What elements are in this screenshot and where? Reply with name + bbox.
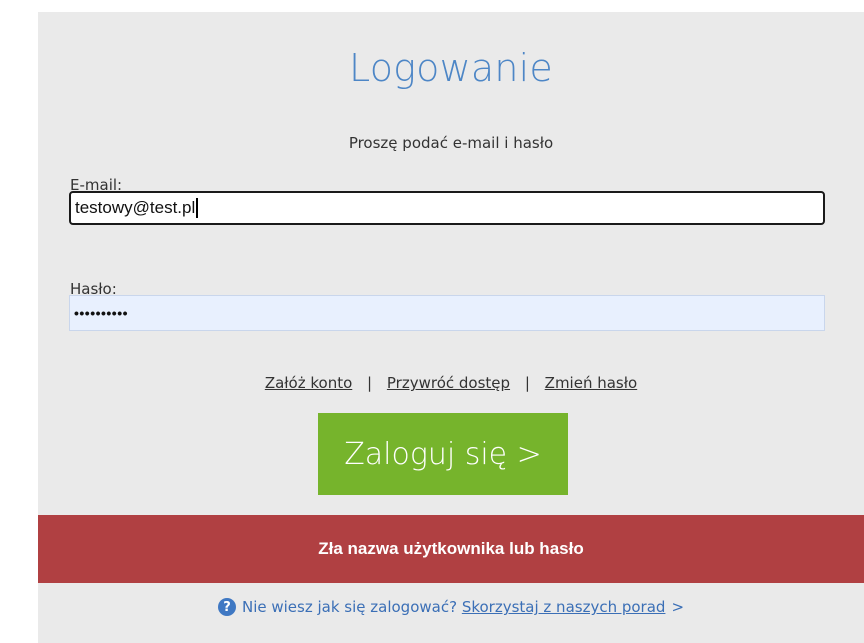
form-subtitle: Proszę podać e-mail i hasło [348, 134, 554, 152]
link-separator: | [367, 374, 373, 392]
login-panel: Logowanie Proszę podać e-mail i hasło E-… [38, 12, 864, 643]
create-account-link[interactable]: Załóż konto [265, 374, 352, 392]
email-value: testowy@test.pl [75, 198, 196, 217]
password-field[interactable]: •••••••••• [69, 295, 825, 331]
page-title: Logowanie [349, 46, 553, 90]
question-circle-icon: ? [217, 598, 236, 616]
email-field[interactable]: testowy@test.pl [69, 191, 825, 225]
error-banner: Zła nazwa użytkownika lub hasło [38, 515, 864, 583]
help-text: Nie wiesz jak się zalogować? [241, 598, 458, 616]
text-caret [196, 198, 199, 218]
change-password-link[interactable]: Zmień hasło [545, 374, 638, 392]
help-link[interactable]: Skorzystaj z naszych porad [462, 598, 666, 616]
link-separator: | [524, 374, 530, 392]
restore-access-link[interactable]: Przywróć dostęp [387, 374, 510, 392]
help-arrow: > [671, 598, 685, 616]
help-line: ? Nie wiesz jak się zalogować? Skorzysta… [38, 598, 864, 616]
password-value: •••••••••• [74, 305, 129, 321]
account-links: Załóż konto | Przywróć dostęp | Zmień ha… [38, 374, 864, 392]
login-button[interactable]: Zaloguj się > [318, 413, 568, 495]
